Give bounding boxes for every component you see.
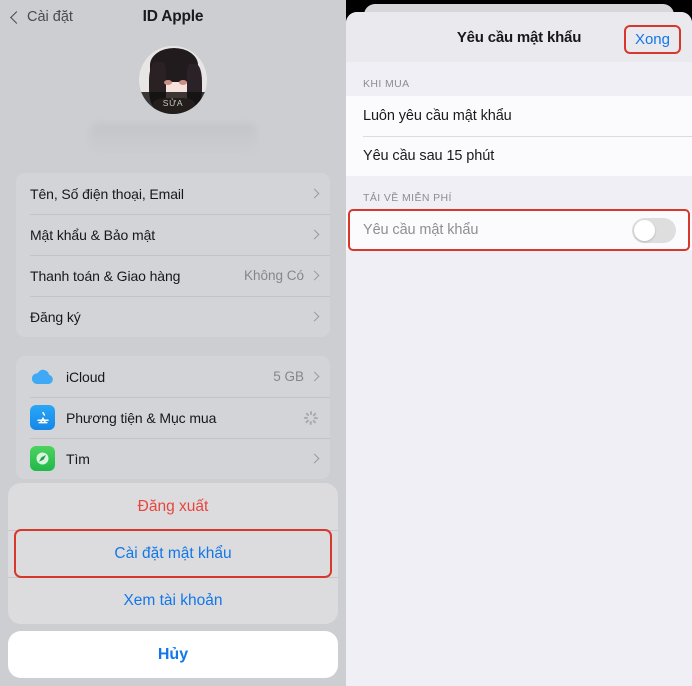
list-item[interactable]: Đăng ký bbox=[16, 296, 330, 337]
sign-out-label: Đăng xuất bbox=[137, 497, 209, 515]
list-item-label: Tên, Số điện thoại, Email bbox=[30, 185, 184, 202]
list-item-label: Đăng ký bbox=[30, 308, 81, 325]
account-settings-group: Tên, Số điện thoại, Email Mật khẩu & Bảo… bbox=[16, 173, 330, 337]
apple-id-settings-panel: Cài đặt ID Apple SỬA Tên, Số điện thoại,… bbox=[0, 0, 346, 686]
list-item-label: Phương tiện & Mục mua bbox=[66, 409, 217, 426]
option-label: Yêu cầu mật khẩu bbox=[363, 222, 479, 238]
list-item[interactable]: Tên, Số điện thoại, Email bbox=[16, 173, 330, 214]
password-settings-button[interactable]: Cài đặt mật khẩu bbox=[8, 530, 338, 577]
section-header-purchases: KHI MUA bbox=[363, 78, 410, 90]
option-label: Yêu cầu sau 15 phút bbox=[363, 148, 495, 164]
require-password-toggle[interactable] bbox=[632, 217, 676, 243]
list-item-label: Tìm bbox=[66, 450, 90, 467]
services-group: iCloud 5 GB Phương tiện & Mục mua Tìm bbox=[16, 356, 330, 479]
option-always-require[interactable]: Luôn yêu cầu mật khẩu bbox=[346, 96, 692, 136]
list-item-label: iCloud bbox=[66, 368, 106, 385]
page-title: ID Apple bbox=[142, 8, 204, 25]
view-account-label: Xem tài khoản bbox=[123, 591, 223, 609]
screenshot-root: Cài đặt ID Apple SỬA Tên, Số điện thoại,… bbox=[0, 0, 692, 686]
list-item-media-purchases[interactable]: Phương tiện & Mục mua bbox=[16, 397, 330, 438]
action-sheet-options: Đăng xuất Cài đặt mật khẩu Xem tài khoản bbox=[8, 483, 338, 624]
done-button[interactable]: Xong bbox=[623, 25, 681, 54]
purchases-options-list: Luôn yêu cầu mật khẩu Yêu cầu sau 15 phú… bbox=[346, 96, 692, 176]
icloud-icon bbox=[30, 364, 55, 389]
app-store-icon bbox=[30, 405, 55, 430]
option-require-password-free[interactable]: Yêu cầu mật khẩu bbox=[346, 210, 692, 250]
toggle-knob bbox=[634, 219, 655, 241]
modal-navigation-bar: Yêu cầu mật khẩu Xong bbox=[346, 12, 692, 62]
password-settings-modal-panel: Yêu cầu mật khẩu Xong KHI MUA Luôn yêu c… bbox=[346, 0, 692, 686]
chevron-right-icon bbox=[309, 453, 320, 464]
chevron-right-icon bbox=[309, 371, 320, 382]
list-item-value: 5 GB bbox=[273, 369, 304, 384]
chevron-right-icon bbox=[309, 188, 320, 199]
action-sheet: Đăng xuất Cài đặt mật khẩu Xem tài khoản… bbox=[0, 483, 346, 686]
view-account-button[interactable]: Xem tài khoản bbox=[8, 577, 338, 624]
modal-title: Yêu cầu mật khẩu bbox=[456, 28, 582, 46]
list-item-label: Mật khẩu & Bảo mật bbox=[30, 226, 156, 243]
cancel-label: Hủy bbox=[157, 645, 189, 663]
loading-spinner-icon bbox=[303, 410, 318, 425]
sign-out-button[interactable]: Đăng xuất bbox=[8, 483, 338, 530]
find-my-icon bbox=[30, 446, 55, 471]
chevron-right-icon bbox=[309, 270, 320, 281]
avatar[interactable]: SỬA bbox=[139, 46, 207, 114]
password-settings-label: Cài đặt mật khẩu bbox=[114, 544, 232, 562]
modal-sheet: Yêu cầu mật khẩu Xong KHI MUA Luôn yêu c… bbox=[346, 12, 692, 686]
list-item[interactable]: Thanh toán & Giao hàng Không Có bbox=[16, 255, 330, 296]
chevron-right-icon bbox=[309, 311, 320, 322]
free-downloads-list: Yêu cầu mật khẩu bbox=[346, 209, 692, 251]
list-item-find-my[interactable]: Tìm bbox=[16, 438, 330, 479]
avatar-edit-label[interactable]: SỬA bbox=[139, 92, 207, 114]
list-item[interactable]: Mật khẩu & Bảo mật bbox=[16, 214, 330, 255]
list-item-label: Thanh toán & Giao hàng bbox=[30, 267, 181, 284]
done-button-label: Xong bbox=[634, 31, 670, 48]
list-item-icloud[interactable]: iCloud 5 GB bbox=[16, 356, 330, 397]
blurred-account-name bbox=[89, 123, 257, 157]
option-label: Luôn yêu cầu mật khẩu bbox=[363, 108, 512, 124]
option-require-after-15-min[interactable]: Yêu cầu sau 15 phút bbox=[346, 136, 692, 176]
section-header-free-downloads: TẢI VỀ MIỄN PHÍ bbox=[363, 192, 452, 204]
chevron-right-icon bbox=[309, 229, 320, 240]
navigation-bar: Cài đặt ID Apple bbox=[0, 0, 346, 34]
cancel-button[interactable]: Hủy bbox=[8, 631, 338, 678]
list-item-value: Không Có bbox=[243, 268, 304, 283]
profile-header: SỬA bbox=[0, 34, 346, 157]
